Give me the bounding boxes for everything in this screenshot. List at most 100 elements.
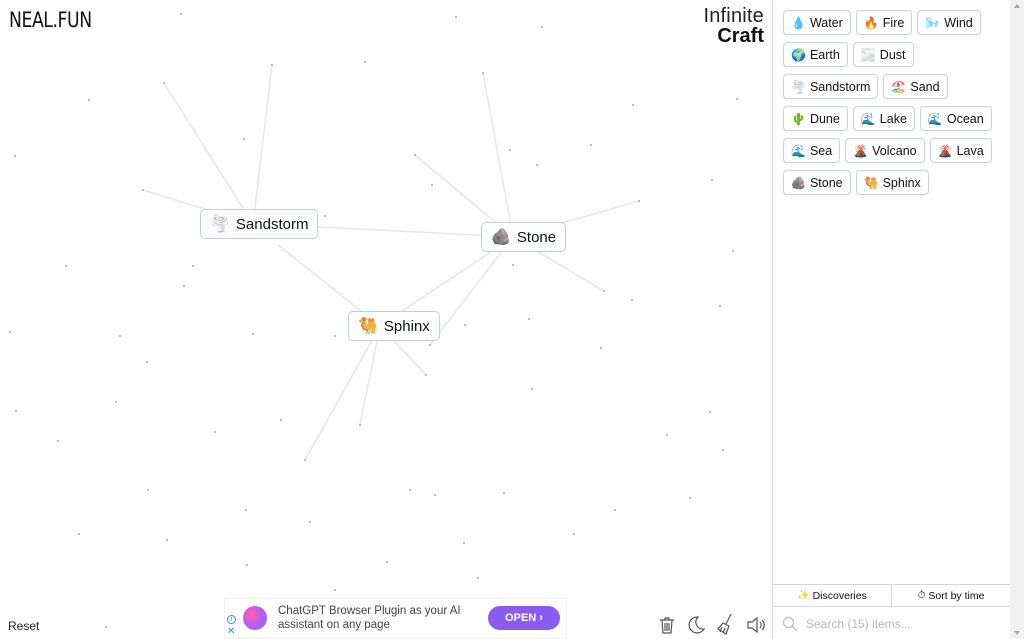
particle-dot — [476, 576, 480, 580]
search-bar — [773, 608, 1010, 639]
clean-up-button[interactable] — [716, 613, 736, 635]
broom-icon — [717, 613, 732, 635]
item-label: Wind — [944, 15, 973, 30]
particle-dot — [481, 71, 485, 75]
particle-dot — [602, 289, 606, 293]
particle-dot — [279, 418, 283, 422]
canvas-element-sandstorm[interactable]: 🌪️ Sandstorm — [200, 209, 319, 239]
ad-text: ChatGPT Browser Plugin as your AI assist… — [278, 605, 461, 631]
discoveries-label: Discoveries — [812, 589, 867, 602]
dust-icon: 🌫️ — [860, 47, 876, 62]
sidebar-item-fire[interactable]: 🔥 Fire — [855, 10, 913, 35]
search-input[interactable] — [806, 616, 986, 631]
scroll-down-arrow-icon[interactable] — [1014, 631, 1020, 635]
particle-dot — [688, 496, 692, 500]
sort-by-time-tab[interactable]: ⏱ Sort by time — [891, 585, 1010, 606]
scroll-up-arrow-icon[interactable] — [1014, 4, 1020, 8]
particle-dot — [14, 409, 18, 413]
ad-open-button[interactable]: OPEN › — [488, 606, 560, 630]
sidebar-item-dune[interactable]: 🌵 Dune — [783, 106, 848, 131]
infinite-craft-logo: Infinite Craft — [703, 6, 764, 46]
sidebar-item-lava[interactable]: 🌋 Lava — [929, 138, 992, 163]
sidebar-item-water[interactable]: 💧 Water — [783, 10, 851, 35]
logo-line-craft: Craft — [717, 25, 764, 47]
particle-dot — [114, 400, 118, 404]
particle-dot — [270, 63, 274, 67]
particle-dot — [630, 298, 634, 302]
sidebar-item-sand[interactable]: 🏖️ Sand — [883, 74, 948, 99]
particle-dot — [530, 387, 534, 391]
sidebar-item-wind[interactable]: 🌬️ Wind — [917, 10, 981, 35]
neal-fun-logo[interactable]: NEAL.FUN — [9, 8, 92, 32]
moon-icon — [688, 616, 706, 634]
canvas-element-sphinx[interactable]: 🐫 Sphinx — [348, 311, 440, 341]
particle-dot — [165, 538, 169, 542]
sidebar-item-dust[interactable]: 🌫️ Dust — [852, 42, 914, 67]
rock-icon: 🪨 — [491, 229, 511, 246]
item-label: Sea — [809, 143, 833, 158]
particle-dot — [244, 508, 248, 512]
sidebar-item-earth[interactable]: 🌍 Earth — [783, 42, 848, 67]
particle-dot — [572, 532, 576, 536]
particle-dot — [242, 137, 246, 141]
sidebar-scrollbar[interactable] — [1010, 0, 1024, 639]
sidebar-item-sea[interactable]: 🌊 Sea — [783, 138, 841, 163]
sidebar-item-volcano[interactable]: 🌋 Volcano — [845, 138, 925, 163]
discoveries-tab[interactable]: ✨ Discoveries — [773, 585, 891, 606]
sidebar-item-sandstorm[interactable]: 🌪️ Sandstorm — [783, 74, 879, 99]
particle-dot — [87, 98, 91, 102]
particle-dot — [363, 60, 367, 64]
element-label: Sphinx — [383, 317, 430, 335]
rock-icon: 🪨 — [791, 175, 806, 190]
sound-button[interactable] — [746, 615, 766, 635]
trash-icon — [660, 617, 674, 634]
ad-banner[interactable]: i ✕ ChatGPT Browser Plugin as your AI as… — [224, 598, 567, 639]
craft-canvas[interactable]: NEAL.FUN Infinite Craft 🌪️ Sandstorm 🪨 S… — [0, 0, 772, 639]
dark-mode-button[interactable] — [686, 615, 706, 635]
sidebar-item-lake[interactable]: 🌊 Lake — [852, 106, 915, 131]
connection-line — [482, 72, 514, 238]
item-label: Earth — [809, 47, 840, 62]
item-label: Dust — [879, 47, 906, 62]
ad-close-icon[interactable]: ✕ — [227, 626, 235, 637]
particle-dot — [540, 25, 544, 29]
ad-info-icon[interactable]: i — [227, 615, 236, 624]
particle-dot — [710, 178, 714, 182]
connection-line — [304, 325, 381, 461]
particle-dot — [408, 488, 412, 492]
clear-button[interactable] — [657, 615, 677, 635]
connection-line — [252, 64, 273, 225]
particle-dot — [333, 588, 337, 592]
sidebar: 💧 Water 🔥 Fire 🌬️ Wind 🌍 Earth 🌫️ Dust 🌪️ Sandstorm… — [772, 0, 1024, 639]
particle-dot — [535, 163, 539, 167]
particle-dot — [182, 284, 186, 288]
brain-logo-icon — [243, 606, 267, 630]
sidebar-item-stone[interactable]: 🪨 Stone — [783, 170, 851, 195]
search-icon — [782, 616, 798, 631]
droplet-icon: 💧 — [791, 15, 806, 30]
particle-dot — [245, 563, 249, 567]
item-label: Dune — [809, 111, 840, 126]
particle-dot — [665, 433, 669, 437]
particle-dot — [179, 12, 183, 16]
particle-dot — [708, 410, 712, 414]
particle-dot — [303, 458, 307, 462]
item-label: Sphinx — [882, 175, 921, 190]
particle-dot — [508, 148, 512, 152]
connection-line — [429, 236, 514, 346]
item-label: Volcano — [872, 143, 917, 158]
particle-dot — [599, 346, 603, 350]
volcano-icon: 🌋 — [937, 143, 953, 158]
particle-dot — [162, 81, 166, 85]
sidebar-item-sphinx[interactable]: 🐫 Sphinx — [855, 170, 929, 195]
particle-dot — [454, 15, 458, 19]
particle-dot — [428, 343, 432, 347]
particle-dot — [251, 332, 255, 336]
wave-icon: 🌊 — [927, 111, 943, 126]
globe-icon: 🌍 — [791, 47, 806, 62]
sidebar-item-ocean[interactable]: 🌊 Ocean — [919, 106, 992, 131]
particle-dot — [613, 508, 617, 512]
canvas-element-stone[interactable]: 🪨 Stone — [481, 222, 567, 252]
particle-dot — [146, 488, 150, 492]
reset-button[interactable]: Reset — [8, 619, 39, 633]
